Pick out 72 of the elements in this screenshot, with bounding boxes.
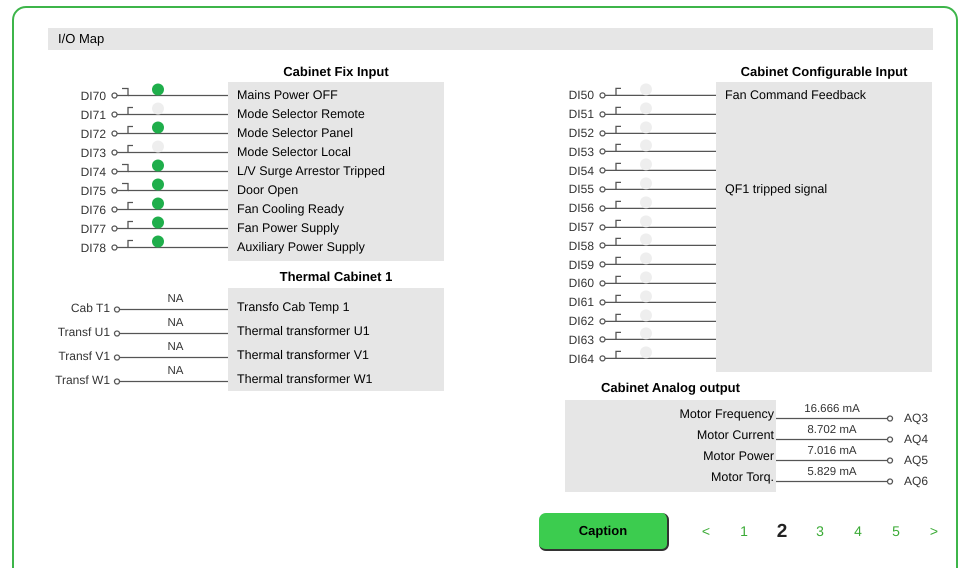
input-label: DI56 (568, 200, 595, 218)
output-label: AQ5 (903, 452, 928, 469)
input-label: DI78 (80, 240, 107, 256)
signal-description: QF1 tripped signal (725, 181, 828, 198)
signal-description: Auxiliary Power Supply (237, 239, 365, 256)
caption-button[interactable]: Caption (539, 512, 669, 551)
output-label: AQ6 (903, 472, 928, 490)
input-label: DI53 (568, 144, 595, 161)
section-title: Cabinet Fix Input (282, 62, 390, 81)
page-title: I/O Map (48, 28, 933, 50)
input-label: DI77 (80, 220, 107, 238)
input-label: DI76 (80, 202, 107, 218)
section-title: Thermal Cabinet 1 (278, 268, 394, 286)
input-label: DI58 (568, 238, 595, 255)
next-page-button[interactable]: > (915, 521, 953, 542)
output-description: Motor Torq. (711, 469, 774, 486)
signal-description: Fan Command Feedback (725, 87, 866, 104)
signal-description: Fan Power Supply (237, 220, 340, 238)
output-description: Motor Frequency (680, 406, 774, 424)
output-value: 5.829 mA (806, 466, 858, 478)
sensor-description: Thermal transformer V1 (237, 347, 369, 364)
section-title: Cabinet Configurable Input (740, 62, 908, 81)
page-link[interactable]: 2 (763, 518, 801, 546)
signal-description: Fan Cooling Ready (237, 201, 344, 218)
output-value: 7.016 mA (806, 444, 858, 457)
input-label: DI51 (568, 106, 595, 124)
input-label: DI61 (568, 294, 595, 312)
input-label: DI63 (568, 332, 595, 349)
sensor-description: Thermal transformer W1 (237, 371, 372, 388)
signal-description: Mains Power OFF (237, 87, 338, 104)
signal-description: Door Open (237, 182, 298, 200)
input-label: DI70 (80, 88, 107, 104)
signal-description: L/V Surge Arrestor Tripped (237, 163, 385, 180)
input-label: DI50 (568, 87, 595, 104)
sensor-value: NA (166, 365, 184, 377)
input-label: DI72 (80, 126, 107, 142)
input-label: DI64 (568, 350, 595, 368)
sensor-description: Thermal transformer U1 (237, 323, 370, 340)
page-link[interactable]: 3 (801, 521, 839, 542)
page-link[interactable]: 4 (839, 521, 877, 542)
input-label: DI73 (80, 144, 107, 162)
sensor-value: NA (166, 293, 184, 305)
signal-description: Mode Selector Panel (237, 125, 354, 142)
output-description: Motor Power (703, 448, 774, 466)
input-label: DI52 (568, 124, 595, 142)
input-label: DI62 (568, 312, 595, 330)
sensor-label: Transf W1 (54, 372, 111, 389)
input-label: DI57 (568, 218, 595, 236)
previous-page-button[interactable]: < (687, 521, 725, 542)
input-label: DI55 (568, 181, 595, 198)
sensor-value: NA (166, 317, 184, 329)
section-title: Cabinet Analog output (600, 379, 741, 398)
sensor-value: NA (166, 341, 184, 353)
input-label: DI71 (80, 106, 107, 124)
output-label: AQ4 (903, 430, 928, 448)
input-label: DI54 (568, 162, 595, 180)
sensor-label: Cab T1 (70, 300, 111, 317)
output-value: 8.702 mA (806, 424, 858, 436)
input-label: DI75 (80, 182, 107, 200)
input-label: DI59 (568, 256, 595, 274)
sensor-label: Transf U1 (56, 324, 111, 341)
output-description: Motor Current (696, 427, 774, 444)
input-label: DI60 (568, 275, 595, 292)
input-label: DI74 (80, 164, 107, 180)
signal-description: Mode Selector Local (237, 144, 351, 162)
sensor-label: Transf V1 (57, 348, 111, 365)
page-link[interactable]: 1 (725, 521, 763, 542)
signal-description: Mode Selector Remote (237, 106, 365, 124)
sensor-description: Transfo Cab Temp 1 (237, 299, 350, 316)
page-link[interactable]: 5 (877, 521, 915, 542)
output-value: 16.666 mA (803, 402, 861, 415)
output-label: AQ3 (903, 410, 928, 427)
